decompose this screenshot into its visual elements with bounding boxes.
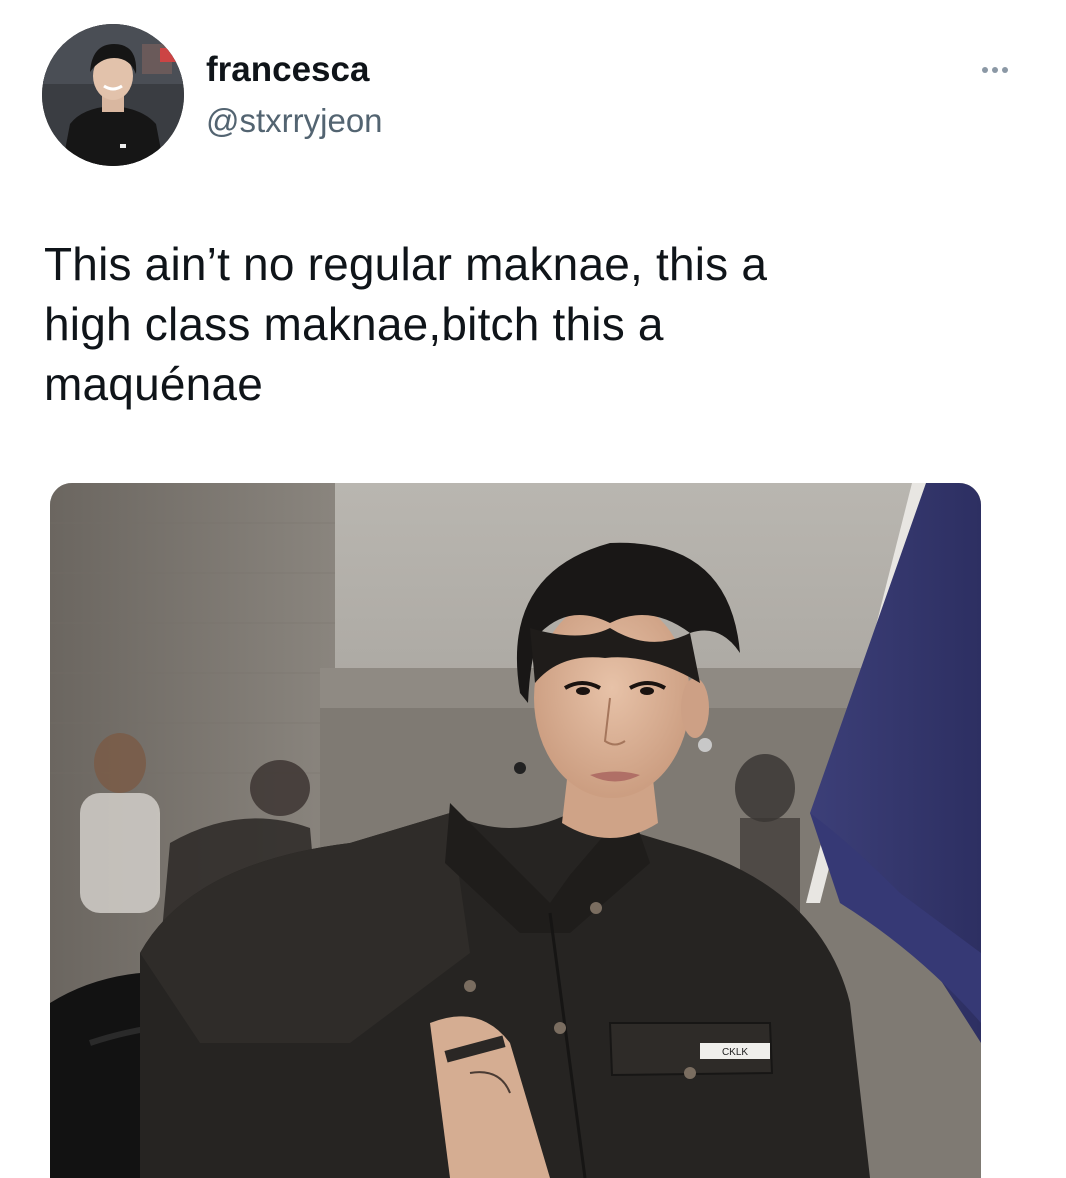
tweet-media-photo[interactable]: CKLK xyxy=(50,483,981,1178)
tweet-text-line: maquénae xyxy=(44,358,263,410)
tweet-card[interactable]: francesca @stxrryjeon This ain’t no regu… xyxy=(0,0,1066,1178)
more-dot xyxy=(992,67,998,73)
jacket-label-text: CKLK xyxy=(722,1047,748,1058)
more-options-icon[interactable] xyxy=(972,58,1018,82)
tweet-text: This ain’t no regular maknae, this a hig… xyxy=(44,234,1024,414)
tweet-text-line: high class maknae,bitch this a xyxy=(44,298,664,350)
author-handle[interactable]: @stxrryjeon xyxy=(206,100,383,142)
photo-image: CKLK xyxy=(50,483,981,1178)
avatar-photo xyxy=(42,24,184,166)
more-dot xyxy=(982,67,988,73)
author-display-name[interactable]: francesca xyxy=(206,48,369,92)
author-avatar[interactable] xyxy=(42,24,184,166)
more-dot xyxy=(1002,67,1008,73)
tweet-text-line: This ain’t no regular maknae, this a xyxy=(44,238,768,290)
